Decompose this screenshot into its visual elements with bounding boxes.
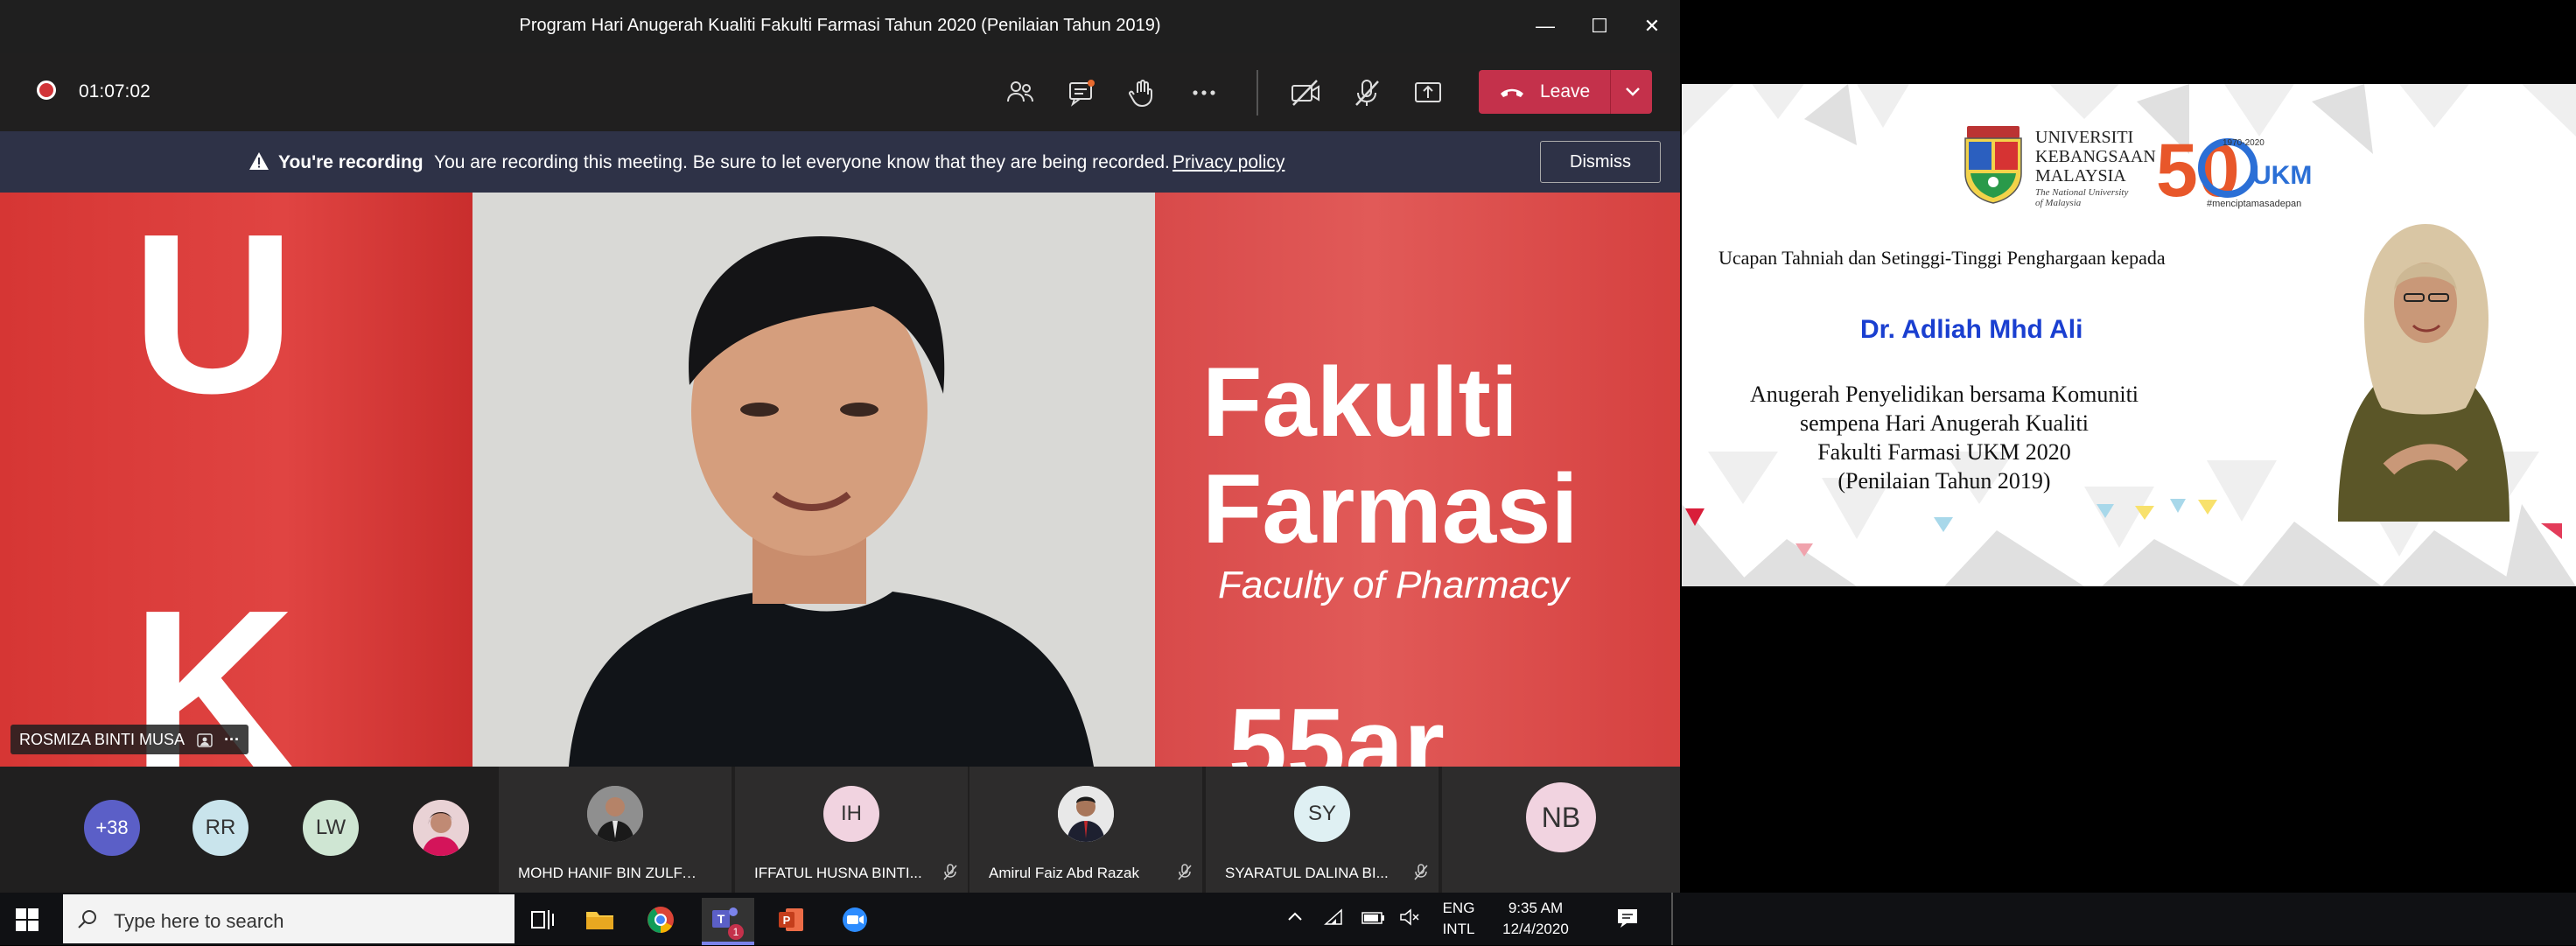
search-icon — [78, 910, 96, 928]
participant-tile[interactable]: IH IFFATUL HUSNA BINTI... — [735, 767, 968, 893]
clock-time[interactable]: 9:35 AM — [1488, 900, 1584, 917]
contact-card-icon[interactable] — [197, 733, 213, 747]
ukm-50-anniversary-logo: 50 1970-2020 UKM #menciptamasadepan — [2156, 129, 2312, 212]
participant-name: SYARATUL DALINA BI... — [1225, 865, 1389, 881]
powerpoint-icon[interactable]: P — [770, 898, 814, 942]
keyboard-layout[interactable]: INTL — [1438, 921, 1479, 938]
participant-name: Amirul Faiz Abd Razak — [989, 865, 1139, 881]
participant-tile[interactable]: MOHD HANIF BIN ZULFAK... — [499, 767, 732, 893]
toolbar-divider — [1256, 70, 1258, 116]
recording-banner: You're recording You are recording this … — [0, 131, 1680, 193]
windows-start-icon[interactable] — [16, 908, 38, 931]
participant-tile[interactable]: SY SYARATUL DALINA BI... — [1206, 767, 1438, 893]
window-title: Program Hari Anugerah Kualiti Fakulti Fa… — [519, 16, 1161, 35]
show-desktop-button[interactable] — [1671, 893, 1673, 945]
task-view-icon[interactable] — [520, 898, 564, 942]
participant-avatar-photo — [1058, 786, 1114, 842]
leave-button[interactable]: Leave — [1479, 70, 1652, 114]
more-options-icon[interactable] — [1186, 75, 1222, 110]
input-language[interactable]: ENG — [1438, 900, 1479, 917]
warning-icon — [249, 152, 269, 170]
participant-tile[interactable]: NB — [1442, 767, 1680, 893]
speaker-name: ROSMIZA BINTI MUSA — [19, 731, 185, 748]
camera-off-icon[interactable] — [1288, 75, 1323, 110]
university-name: UNIVERSITI KEBANGSAAN MALAYSIA — [2035, 128, 2156, 186]
teams-app-icon[interactable]: T 1 — [702, 898, 754, 942]
backdrop-subtitle: Faculty of Pharmacy — [1218, 564, 1570, 606]
chevron-down-icon[interactable] — [1620, 79, 1645, 105]
leave-label: Leave — [1540, 81, 1591, 102]
participant-avatar-photo — [587, 786, 643, 842]
slide-recipient-name: Dr. Adliah Mhd Ali — [1860, 315, 2083, 344]
participant-avatar: SY — [1294, 786, 1350, 842]
participant-avatar: IH — [823, 786, 879, 842]
participant-name: IFFATUL HUSNA BINTI... — [754, 865, 922, 881]
participant-name: MOHD HANIF BIN ZULFAK... — [518, 865, 698, 881]
leave-split — [1610, 70, 1611, 114]
active-app-indicator — [702, 942, 754, 945]
backdrop-letter: U — [131, 193, 296, 441]
tray-chevron-up-icon[interactable] — [1284, 907, 1306, 928]
participants-icon[interactable] — [1003, 75, 1038, 110]
speaker-video[interactable]: U K Fakulti Farmasi Faculty of Pharmacy … — [0, 193, 1680, 767]
slide-greeting: Ucapan Tahniah dan Setinggi-Tinggi Pengh… — [1718, 247, 2166, 269]
raise-hand-icon[interactable] — [1125, 75, 1160, 110]
banner-message: You are recording this meeting. Be sure … — [434, 152, 1170, 172]
backdrop-title: Farmasi — [1202, 454, 1578, 564]
file-explorer-icon[interactable] — [578, 898, 621, 942]
anniv-brand: UKM — [2252, 161, 2312, 190]
privacy-policy-link[interactable]: Privacy policy — [1172, 152, 1284, 173]
backdrop-title: Fakulti — [1202, 347, 1518, 457]
search-placeholder: Type here to search — [114, 910, 284, 932]
teams-notification-badge: 1 — [728, 924, 744, 940]
network-icon[interactable] — [1323, 907, 1346, 928]
mic-off-icon[interactable] — [1349, 75, 1384, 110]
anniv-years: 1970-2020 — [2222, 138, 2264, 148]
title-bar: Program Hari Anugerah Kualiti Fakulti Fa… — [0, 0, 1680, 53]
chrome-icon[interactable] — [639, 898, 682, 942]
mic-off-icon — [943, 864, 957, 880]
mic-off-icon — [1414, 864, 1428, 880]
battery-icon[interactable] — [1360, 907, 1386, 928]
chat-icon[interactable] — [1064, 75, 1099, 110]
mic-off-icon — [1178, 864, 1192, 880]
more-options-icon[interactable]: ··· — [224, 725, 240, 754]
dismiss-button[interactable]: Dismiss — [1540, 141, 1661, 183]
presentation-slide: UNIVERSITI KEBANGSAAN MALAYSIA The Natio… — [1682, 84, 2576, 586]
speaker-figure — [569, 236, 1094, 767]
participant-tile[interactable]: Amirul Faiz Abd Razak — [970, 767, 1202, 893]
svg-text:P: P — [783, 914, 791, 927]
banner-title: You're recording — [278, 152, 424, 172]
participant-avatar[interactable]: RR — [192, 800, 248, 856]
minimize-button[interactable]: — — [1528, 11, 1563, 42]
close-button[interactable]: ✕ — [1634, 11, 1670, 42]
teams-window: Program Hari Anugerah Kualiti Fakulti Fa… — [0, 0, 1680, 893]
phone-hangup-icon — [1501, 88, 1523, 97]
action-center-icon[interactable] — [1615, 907, 1640, 929]
speaker-name-tag: ROSMIZA BINTI MUSA ··· — [10, 725, 249, 754]
svg-text:T: T — [718, 912, 725, 926]
ukm-crest-logo — [1964, 126, 2022, 204]
zoom-icon[interactable] — [833, 898, 877, 942]
backdrop-fragment: 55ar — [1228, 687, 1445, 767]
slide-award-text: Anugerah Penyelidikan bersama Komuniti s… — [1749, 382, 2139, 494]
maximize-button[interactable]: ☐ — [1582, 11, 1617, 42]
participant-avatar[interactable]: LW — [303, 800, 359, 856]
recipient-photo — [2338, 224, 2510, 522]
university-tagline: The National University of Malaysia — [2035, 187, 2129, 208]
taskbar-search-box[interactable]: Type here to search — [63, 894, 514, 943]
recording-indicator-icon — [37, 81, 56, 100]
participant-avatar: NB — [1526, 782, 1596, 852]
overflow-participants-button[interactable]: +38 — [84, 800, 140, 856]
meeting-timer: 01:07:02 — [79, 81, 150, 102]
clock-date[interactable]: 12/4/2020 — [1488, 921, 1584, 938]
participant-avatar-photo[interactable] — [413, 800, 469, 856]
anniv-hashtag: #menciptamasadepan — [2207, 199, 2301, 209]
share-screen-icon[interactable] — [1410, 75, 1446, 110]
volume-muted-icon[interactable] — [1398, 907, 1421, 928]
